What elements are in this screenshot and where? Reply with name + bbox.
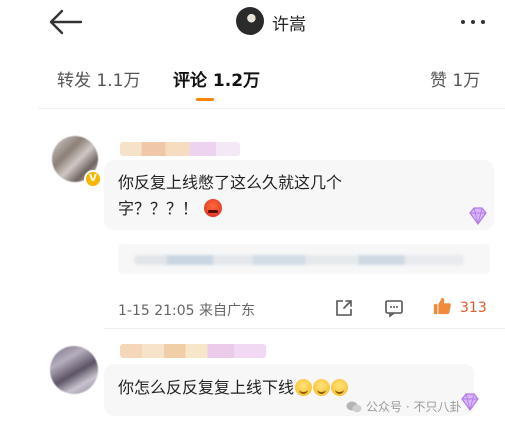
tab-likes[interactable]: 赞 1万 xyxy=(430,66,480,91)
wechat-icon xyxy=(346,401,362,412)
grinning-face-icon xyxy=(295,379,313,396)
watermark-label: 公众号 · 不只八卦 xyxy=(366,400,462,414)
commenter-avatar[interactable] xyxy=(50,346,98,394)
top-bar: 许嵩 xyxy=(0,0,505,44)
comment-meta: 1-15 21:05 来自广东 xyxy=(118,300,255,320)
like-count: 313 xyxy=(460,300,487,316)
reply-comment-icon[interactable] xyxy=(384,298,404,318)
tab-reposts[interactable]: 转发 1.1万 xyxy=(57,66,140,91)
page-title[interactable]: 许嵩 xyxy=(272,10,306,35)
angry-face-icon xyxy=(204,199,223,217)
active-tab-indicator xyxy=(196,98,214,101)
divider xyxy=(104,328,505,329)
verified-badge-icon: V xyxy=(84,170,102,188)
comment-text: 你反复上线憋了这么久就这几个字？？？！ xyxy=(118,173,343,218)
blurred-reply-preview[interactable] xyxy=(118,244,490,274)
author-avatar[interactable] xyxy=(236,7,264,35)
grinning-face-icon xyxy=(313,379,331,396)
tab-bar: 转发 1.1万 评论 1.2万 赞 1万 xyxy=(0,56,505,100)
commenter-name-blurred[interactable] xyxy=(120,142,240,156)
more-icon[interactable] xyxy=(456,12,490,32)
like-thumb-icon[interactable] xyxy=(432,296,452,316)
grinning-face-icon xyxy=(331,379,349,396)
comment-location: 来自广东 xyxy=(199,303,256,319)
watermark: 公众号 · 不只八卦 xyxy=(346,398,461,415)
comment-timestamp: 1-15 21:05 xyxy=(118,303,195,319)
diamond-badge-icon xyxy=(469,207,487,226)
share-icon[interactable] xyxy=(334,298,354,318)
diamond-badge-icon xyxy=(461,393,479,412)
tab-comments[interactable]: 评论 1.2万 xyxy=(173,66,260,91)
divider xyxy=(38,108,505,109)
back-arrow-icon[interactable] xyxy=(48,8,84,36)
comment-text: 你怎么反反复复上线下线 xyxy=(118,375,349,401)
commenter-name-blurred[interactable] xyxy=(120,344,266,358)
